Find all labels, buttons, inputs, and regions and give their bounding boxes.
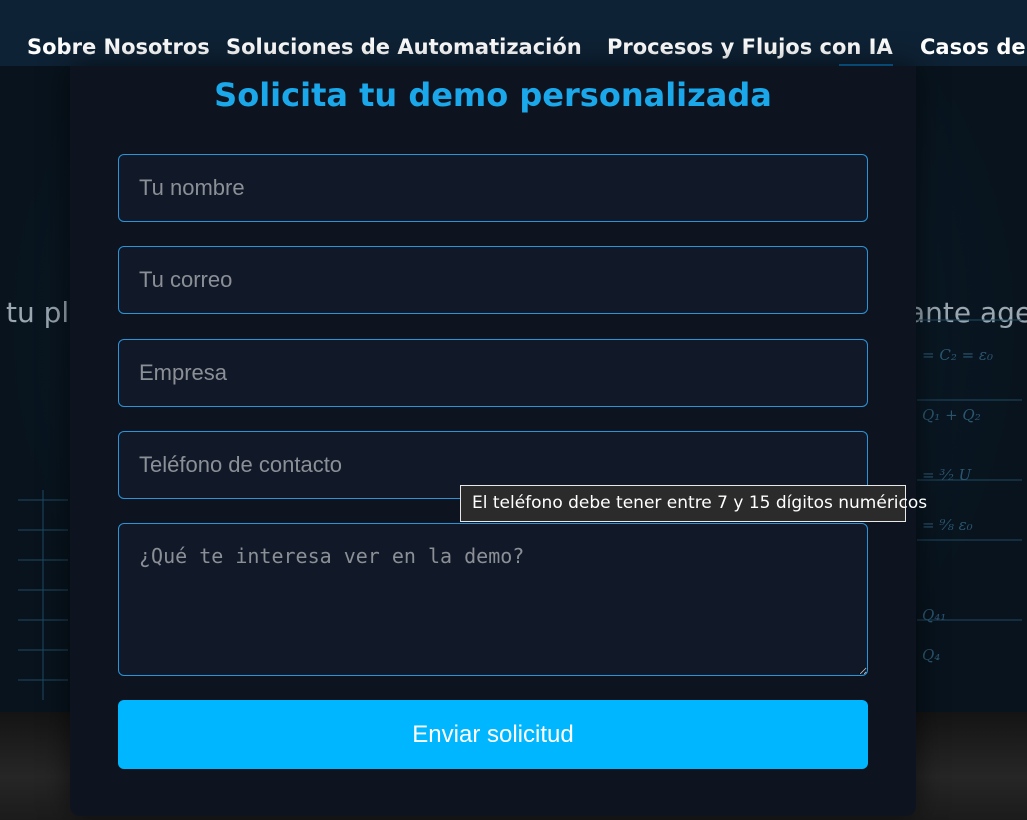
svg-text:= ⁹⁄₈ ε₀: = ⁹⁄₈ ε₀ <box>922 516 973 534</box>
math-equations-decoration: = C₂ = ε₀ Q₁ + Q₂ = ³⁄₂ U = ⁹⁄₈ ε₀ Q₄₁ Q… <box>917 319 1022 664</box>
company-input[interactable] <box>118 339 868 407</box>
name-input[interactable] <box>118 154 868 222</box>
svg-text:= ³⁄₂ U: = ³⁄₂ U <box>922 466 973 484</box>
phone-validation-tooltip: El teléfono debe tener entre 7 y 15 dígi… <box>460 485 927 522</box>
svg-text:= C₂ = ε₀: = C₂ = ε₀ <box>922 346 993 364</box>
nav-item-casos-de-exito[interactable]: Casos de E <box>920 35 1027 59</box>
interest-textarea[interactable] <box>118 523 868 676</box>
svg-text:Q₄: Q₄ <box>922 646 940 664</box>
background-math-decoration-right: = C₂ = ε₀ Q₁ + Q₂ = ³⁄₂ U = ⁹⁄₈ ε₀ Q₄₁ Q… <box>912 290 1027 710</box>
background-math-decoration-left <box>0 490 70 710</box>
top-navigation-bar: Sobre Nosotros Soluciones de Automatizac… <box>0 0 1027 66</box>
nav-item-soluciones-automatizacion[interactable]: Soluciones de Automatización <box>226 35 582 59</box>
hero-subtitle-left-fragment: tu pl <box>6 296 70 329</box>
submit-button[interactable]: Enviar solicitud <box>118 700 868 769</box>
svg-text:Q₄₁: Q₄₁ <box>922 606 946 624</box>
nav-item-procesos-flujos-ia[interactable]: Procesos y Flujos con IA <box>607 35 893 59</box>
svg-text:Q₁ + Q₂: Q₁ + Q₂ <box>922 406 981 424</box>
nav-item-sobre-nosotros[interactable]: Sobre Nosotros <box>27 35 210 59</box>
math-grid-decoration <box>18 490 68 700</box>
email-input[interactable] <box>118 246 868 314</box>
modal-title: Solicita tu demo personalizada <box>214 76 772 114</box>
